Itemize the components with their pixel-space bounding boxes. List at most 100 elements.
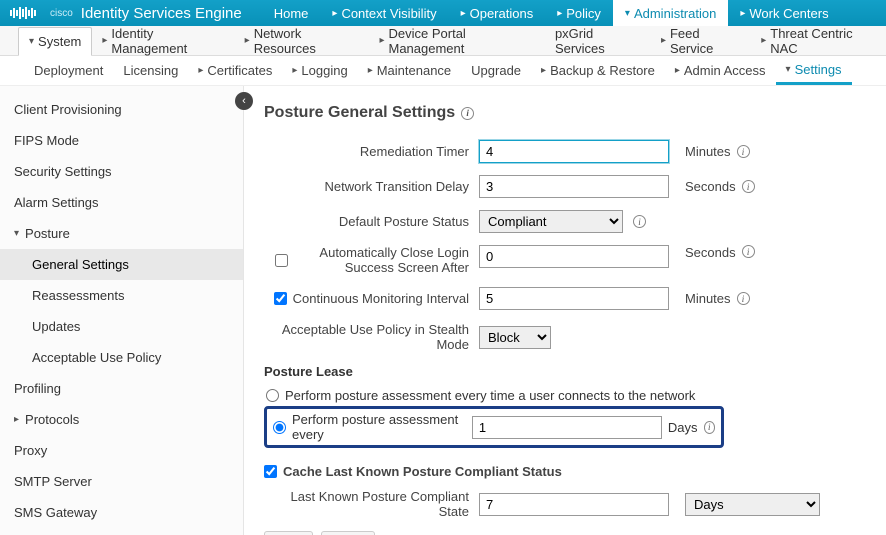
ternav-deployment[interactable]: Deployment xyxy=(24,56,113,85)
cisco-logo-icon xyxy=(10,7,36,19)
sidebar-item-reassessments[interactable]: Reassessments xyxy=(0,280,243,311)
stealth-select[interactable]: Block xyxy=(479,326,551,349)
sidebar-item-sms[interactable]: SMS Gateway xyxy=(0,497,243,528)
sidebar-item-general-settings[interactable]: General Settings xyxy=(0,249,243,280)
info-icon[interactable]: i xyxy=(737,292,750,305)
info-icon[interactable]: i xyxy=(737,145,750,158)
ternav-label: Certificates xyxy=(207,63,272,78)
nav-operations[interactable]: ▸Operations xyxy=(449,0,546,26)
lease-interval-input[interactable] xyxy=(472,416,662,439)
cache-state-label: Last Known Posture Compliant State xyxy=(264,489,479,519)
sidebar-item-alarm[interactable]: Alarm Settings xyxy=(0,187,243,218)
auto-close-label: Automatically Close Login Success Screen… xyxy=(294,245,469,275)
info-icon[interactable]: i xyxy=(704,421,715,434)
sidebar-section-posture[interactable]: ▾Posture xyxy=(0,218,243,249)
ternav-maintenance[interactable]: ▸Maintenance xyxy=(358,56,461,85)
cache-state-input[interactable] xyxy=(479,493,669,516)
auto-close-checkbox[interactable] xyxy=(275,254,288,267)
sidebar-item-profiling[interactable]: Profiling xyxy=(0,373,243,404)
nav-home[interactable]: Home xyxy=(262,0,321,26)
caret-right-icon: ▸ xyxy=(14,414,19,425)
lease-option-every-connect[interactable]: Perform posture assessment every time a … xyxy=(264,385,866,406)
cache-state-unit-select[interactable]: Days xyxy=(685,493,820,516)
secnav-portal[interactable]: ▸ Device Portal Management xyxy=(369,26,544,55)
secnav-pxgrid[interactable]: pxGrid Services xyxy=(545,26,651,55)
collapse-sidebar-button[interactable]: ‹ xyxy=(235,92,253,110)
info-icon[interactable]: i xyxy=(742,180,755,193)
save-button[interactable]: Save xyxy=(264,531,313,535)
default-posture-select[interactable]: Compliant xyxy=(479,210,623,233)
continuous-checkbox[interactable] xyxy=(274,292,287,305)
reset-button[interactable]: Reset xyxy=(321,531,374,535)
sidebar-section-label: Posture xyxy=(25,226,70,241)
caret-right-icon: ▸ xyxy=(379,35,384,46)
sidebar-item-proxy[interactable]: Proxy xyxy=(0,435,243,466)
ternav-admin-access[interactable]: ▸Admin Access xyxy=(665,56,776,85)
caret-right-icon: ▸ xyxy=(557,8,562,19)
sidebar-item-updates[interactable]: Updates xyxy=(0,311,243,342)
app-name: Identity Services Engine xyxy=(81,5,242,22)
row-remediation-timer: Remediation Timer Minutes i xyxy=(264,140,866,163)
sidebar-item-aup[interactable]: Acceptable Use Policy xyxy=(0,342,243,373)
chevron-left-icon: ‹ xyxy=(242,95,246,107)
remediation-timer-label: Remediation Timer xyxy=(264,144,479,159)
caret-right-icon: ▸ xyxy=(292,65,297,76)
info-icon[interactable]: i xyxy=(633,215,646,228)
auto-close-input[interactable] xyxy=(479,245,669,268)
sidebar-section-protocols[interactable]: ▸ Protocols xyxy=(0,404,243,435)
cache-checkbox[interactable] xyxy=(264,465,277,478)
nav-context-visibility[interactable]: ▸ Context Visibility xyxy=(320,0,448,26)
ternav-label: Maintenance xyxy=(377,63,451,78)
lease-radio-every-connect[interactable] xyxy=(266,389,279,402)
caret-down-icon: ▾ xyxy=(786,64,791,75)
nav-work-centers[interactable]: ▸Work Centers xyxy=(728,0,840,26)
nav-label: Operations xyxy=(470,6,534,21)
sidebar-item-security[interactable]: Security Settings xyxy=(0,156,243,187)
info-icon[interactable]: i xyxy=(742,245,755,258)
secnav-label: Identity Management xyxy=(111,26,224,56)
ternav-licensing[interactable]: Licensing xyxy=(113,56,188,85)
network-transition-input[interactable] xyxy=(479,175,669,198)
lease-radio-every-n[interactable] xyxy=(273,421,286,434)
nav-policy[interactable]: ▸Policy xyxy=(545,0,613,26)
secnav-feed[interactable]: ▸Feed Service xyxy=(651,26,751,55)
continuous-input[interactable] xyxy=(479,287,669,310)
caret-right-icon: ▸ xyxy=(332,8,337,19)
secnav-network[interactable]: ▸Network Resources xyxy=(235,26,370,55)
secnav-system[interactable]: ▾System xyxy=(18,27,92,56)
caret-right-icon: ▸ xyxy=(761,35,766,46)
posture-lease-heading: Posture Lease xyxy=(264,364,866,379)
row-cache-state: Last Known Posture Compliant State Days xyxy=(264,489,866,519)
row-auto-close: Automatically Close Login Success Screen… xyxy=(264,245,866,275)
continuous-label: Continuous Monitoring Interval xyxy=(293,291,469,306)
secnav-identity[interactable]: ▸Identity Management xyxy=(92,26,234,55)
sidebar-item-client-provisioning[interactable]: Client Provisioning xyxy=(0,94,243,125)
brand-logo xyxy=(0,7,50,19)
sidebar-section-label: Protocols xyxy=(25,412,79,427)
continuous-unit: Minutes xyxy=(685,291,731,306)
nav-label: Context Visibility xyxy=(341,6,436,21)
tertiary-nav: Deployment Licensing ▸Certificates ▸Logg… xyxy=(0,56,886,86)
ternav-settings[interactable]: ▾Settings xyxy=(776,56,852,85)
ternav-logging[interactable]: ▸ Logging xyxy=(282,56,357,85)
ternav-certificates[interactable]: ▸Certificates xyxy=(188,56,282,85)
caret-right-icon: ▸ xyxy=(675,65,680,76)
secnav-threat[interactable]: ▸Threat Centric NAC xyxy=(751,26,886,55)
top-bar: cisco Identity Services Engine Home ▸Con… xyxy=(0,0,886,26)
info-icon[interactable]: i xyxy=(461,107,474,120)
nav-administration[interactable]: ▾Administration xyxy=(613,0,728,26)
ternav-upgrade[interactable]: Upgrade xyxy=(461,56,531,85)
lease-option-label: Perform posture assessment every xyxy=(292,412,466,442)
auto-close-unit: Seconds xyxy=(685,245,736,260)
secnav-label: Device Portal Management xyxy=(389,26,535,56)
ternav-label: Logging xyxy=(301,63,347,78)
secnav-label: pxGrid Services xyxy=(555,26,641,56)
sidebar-item-fips[interactable]: FIPS Mode xyxy=(0,125,243,156)
caret-right-icon: ▸ xyxy=(661,35,666,46)
remediation-timer-input[interactable] xyxy=(479,140,669,163)
sidebar-item-smtp[interactable]: SMTP Server xyxy=(0,466,243,497)
ternav-backup[interactable]: ▸Backup & Restore xyxy=(531,56,665,85)
row-network-transition: Network Transition Delay Seconds i xyxy=(264,175,866,198)
caret-down-icon: ▾ xyxy=(29,36,34,47)
content-panel: Posture General Settings i Remediation T… xyxy=(244,86,886,535)
